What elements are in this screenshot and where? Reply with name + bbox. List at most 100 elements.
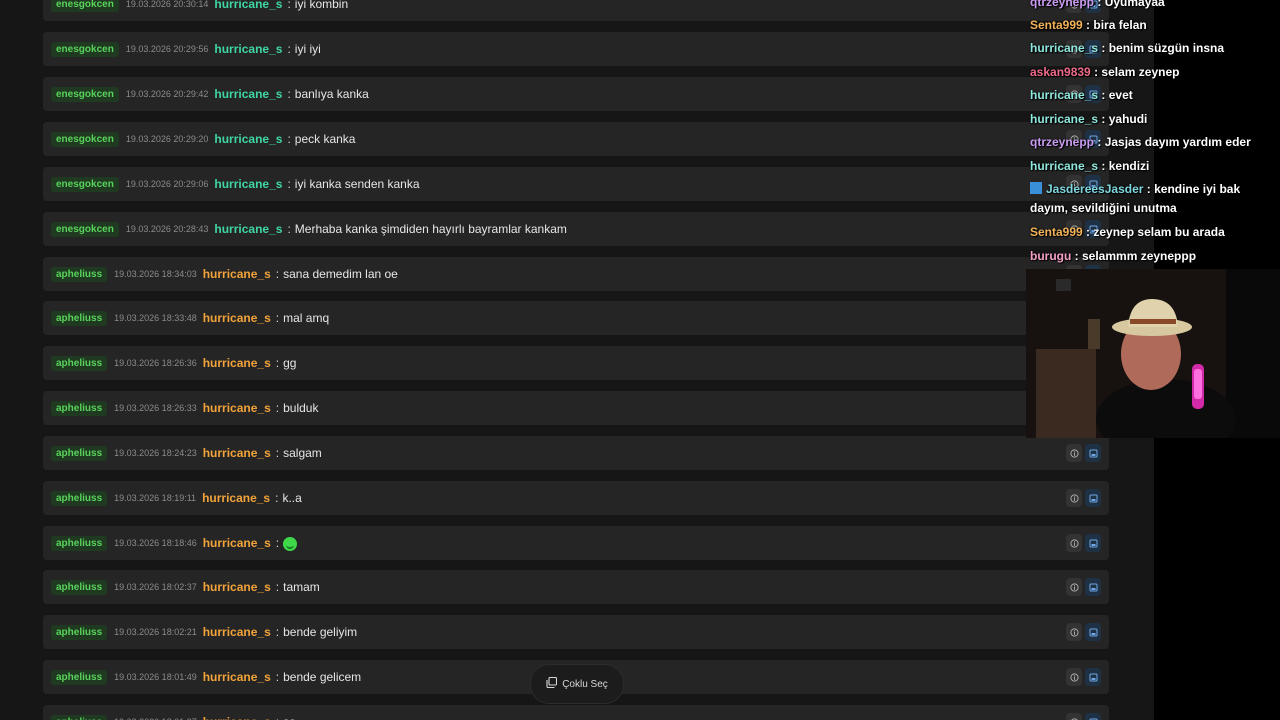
message-timestamp: 19.03.2026 18:19:11: [114, 493, 197, 503]
chat-log-row: apheliuss 19.03.2026 18:02:21 hurricane_…: [43, 615, 1109, 649]
channel-badge[interactable]: enesgokcen: [51, 176, 119, 192]
chat-log-row: apheliuss 19.03.2026 18:34:03 hurricane_…: [43, 257, 1109, 291]
overlay-username: hurricane_s: [1030, 112, 1099, 126]
message-timestamp: 19.03.2026 18:26:36: [114, 358, 197, 368]
message-username[interactable]: hurricane_s: [203, 580, 271, 594]
message-timestamp: 19.03.2026 20:29:42: [125, 89, 209, 99]
overlay-username: qtrzeynepp: [1030, 135, 1095, 149]
chat-log-row: apheliuss 19.03.2026 18:02:37 hurricane_…: [43, 570, 1109, 604]
separator-colon: :: [275, 311, 280, 325]
message-username[interactable]: hurricane_s: [214, 42, 282, 56]
separator-colon: :: [287, 132, 291, 146]
channel-badge[interactable]: enesgokcen: [51, 221, 119, 237]
message-timestamp: 19.03.2026 18:18:46: [114, 538, 197, 548]
message-username[interactable]: hurricane_s: [203, 715, 271, 720]
row-actions: [1066, 534, 1101, 552]
channel-badge[interactable]: apheliuss: [51, 535, 108, 551]
overlay-username: qtrzeynepp: [1030, 0, 1095, 9]
message-username[interactable]: hurricane_s: [214, 132, 282, 146]
row-actions: [1066, 713, 1101, 720]
info-icon[interactable]: [1066, 623, 1082, 641]
message-username[interactable]: hurricane_s: [203, 267, 271, 281]
message-username[interactable]: hurricane_s: [214, 222, 282, 236]
channel-badge[interactable]: apheliuss: [51, 579, 108, 595]
info-icon[interactable]: [1066, 534, 1082, 552]
channel-badge[interactable]: enesgokcen: [51, 131, 119, 147]
save-icon[interactable]: [1085, 668, 1101, 686]
message-timestamp: 19.03.2026 18:02:21: [114, 627, 197, 637]
save-icon[interactable]: [1085, 534, 1101, 552]
channel-badge[interactable]: apheliuss: [51, 669, 108, 685]
message-username[interactable]: hurricane_s: [214, 0, 282, 11]
message-username[interactable]: hurricane_s: [203, 670, 271, 684]
overlay-username: hurricane_s: [1030, 159, 1099, 173]
save-icon[interactable]: [1085, 713, 1101, 720]
overlay-username: Senta999: [1030, 225, 1083, 239]
overlay-message: bira felan: [1093, 18, 1147, 32]
channel-badge[interactable]: enesgokcen: [51, 41, 119, 57]
separator-colon: :: [275, 401, 280, 415]
overlay-username: hurricane_s: [1030, 41, 1099, 55]
message-username[interactable]: hurricane_s: [203, 356, 271, 370]
separator-colon: :: [287, 0, 291, 11]
channel-badge[interactable]: enesgokcen: [51, 86, 119, 102]
message-text: iyi kombin: [294, 0, 349, 11]
overlay-message: zeynep selam bu arada: [1093, 225, 1225, 239]
message-text: banlıya kanka: [294, 87, 369, 101]
save-icon[interactable]: [1085, 489, 1101, 507]
channel-badge[interactable]: apheliuss: [51, 714, 108, 720]
message-username[interactable]: hurricane_s: [203, 625, 271, 639]
stream-chat-overlay: qtrzeynepp : Uyumayaa Senta999 : bira fel…: [1026, 0, 1280, 270]
message-text: sana demedim lan oe: [283, 267, 398, 281]
message-timestamp: 19.03.2026 20:28:43: [125, 224, 209, 234]
channel-badge[interactable]: apheliuss: [51, 624, 108, 640]
message-username[interactable]: hurricane_s: [203, 401, 271, 415]
channel-badge[interactable]: enesgokcen: [51, 0, 119, 12]
message-text: tamam: [283, 580, 320, 594]
message-timestamp: 19.03.2026 18:26:33: [114, 403, 197, 413]
row-actions: [1066, 489, 1101, 507]
separator-colon: :: [275, 625, 280, 639]
multi-select-button[interactable]: Çoklu Seç: [530, 664, 624, 704]
channel-badge[interactable]: apheliuss: [51, 310, 108, 326]
info-icon[interactable]: [1066, 578, 1082, 596]
row-actions: [1066, 668, 1101, 686]
message-text: sa: [283, 715, 296, 720]
message-username[interactable]: hurricane_s: [202, 491, 270, 505]
message-username[interactable]: hurricane_s: [214, 87, 282, 101]
overlay-username: askan9839: [1030, 65, 1091, 79]
channel-badge[interactable]: apheliuss: [51, 400, 108, 416]
separator-colon: :: [287, 177, 291, 191]
info-icon[interactable]: [1066, 489, 1082, 507]
message-timestamp: 19.03.2026 20:30:14: [125, 0, 209, 9]
overlay-username: Senta999: [1030, 18, 1083, 32]
channel-badge[interactable]: apheliuss: [51, 490, 108, 506]
separator-colon: :: [275, 267, 280, 281]
overlay-message: benim süzgün insna: [1108, 41, 1225, 55]
message-username[interactable]: hurricane_s: [214, 177, 282, 191]
channel-badge[interactable]: apheliuss: [51, 266, 108, 282]
save-icon[interactable]: [1085, 444, 1101, 462]
message-text: k..a: [282, 491, 302, 505]
message-username[interactable]: hurricane_s: [203, 311, 271, 325]
save-icon[interactable]: [1085, 578, 1101, 596]
chat-log-row: apheliuss 19.03.2026 18:33:48 hurricane_…: [43, 301, 1109, 335]
overlay-chat-line: JasdereesJasder : kendine iyi bak dayım,…: [1030, 182, 1241, 215]
message-timestamp: 19.03.2026 20:29:06: [125, 179, 209, 189]
chat-log-row: apheliuss 19.03.2026 18:24:23 hurricane_…: [43, 436, 1109, 470]
info-icon[interactable]: [1066, 713, 1082, 720]
chat-log-row: apheliuss 19.03.2026 18:19:11 hurricane_…: [43, 481, 1109, 515]
message-username[interactable]: hurricane_s: [203, 446, 271, 460]
chat-log-row: apheliuss 19.03.2026 18:26:33 hurricane_…: [43, 391, 1109, 425]
channel-badge[interactable]: apheliuss: [51, 355, 108, 371]
channel-badge[interactable]: apheliuss: [51, 445, 108, 461]
info-icon[interactable]: [1066, 668, 1082, 686]
chat-log-row: enesgokcen 19.03.2026 20:29:20 hurricane…: [43, 122, 1109, 156]
info-icon[interactable]: [1066, 444, 1082, 462]
overlay-message: selam zeynep: [1101, 65, 1180, 79]
save-icon[interactable]: [1085, 623, 1101, 641]
separator-colon: :: [275, 536, 280, 550]
message-username[interactable]: hurricane_s: [203, 536, 271, 550]
separator-colon: :: [275, 446, 280, 460]
overlay-chat-line: Senta999 : bira felan: [1030, 18, 1147, 32]
